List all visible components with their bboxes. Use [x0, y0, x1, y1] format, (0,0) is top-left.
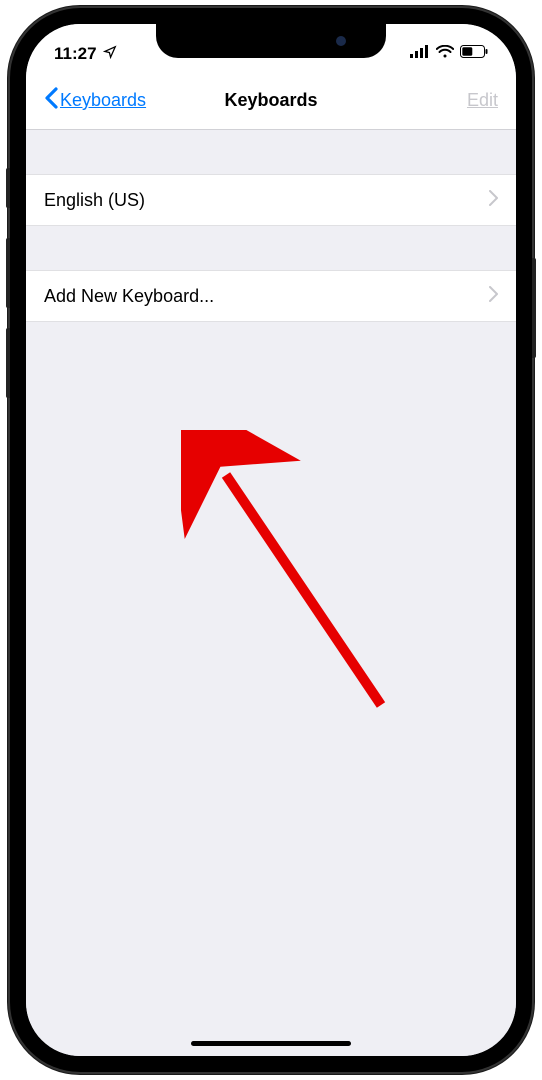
home-indicator[interactable]: [191, 1041, 351, 1046]
wifi-icon: [436, 45, 454, 63]
status-time: 11:27: [54, 44, 97, 64]
mute-switch: [6, 168, 10, 208]
row-label: Add New Keyboard...: [44, 286, 214, 307]
chevron-right-icon: [489, 190, 498, 211]
location-icon: [103, 44, 117, 64]
keyboard-row-english-us[interactable]: English (US): [26, 174, 516, 226]
power-button: [532, 258, 536, 358]
notch: [156, 24, 386, 58]
volume-down-button: [6, 328, 10, 398]
content-area: English (US) Add New Keyboard...: [26, 130, 516, 1056]
group-spacer: [26, 130, 516, 174]
screen: 11:27: [26, 24, 516, 1056]
front-camera: [336, 36, 346, 46]
edit-button[interactable]: Edit: [467, 90, 498, 111]
chevron-left-icon: [44, 87, 58, 114]
back-label: Keyboards: [60, 90, 146, 111]
volume-up-button: [6, 238, 10, 308]
annotation-arrow-icon: [181, 430, 411, 730]
chevron-right-icon: [489, 286, 498, 307]
nav-bar: Keyboards Keyboards Edit: [26, 72, 516, 130]
add-new-keyboard-row[interactable]: Add New Keyboard...: [26, 270, 516, 322]
cellular-signal-icon: [410, 45, 430, 63]
group-spacer: [26, 226, 516, 270]
phone-frame: 11:27: [10, 8, 532, 1072]
battery-icon: [460, 45, 488, 63]
row-label: English (US): [44, 190, 145, 211]
back-button[interactable]: Keyboards: [44, 87, 146, 114]
